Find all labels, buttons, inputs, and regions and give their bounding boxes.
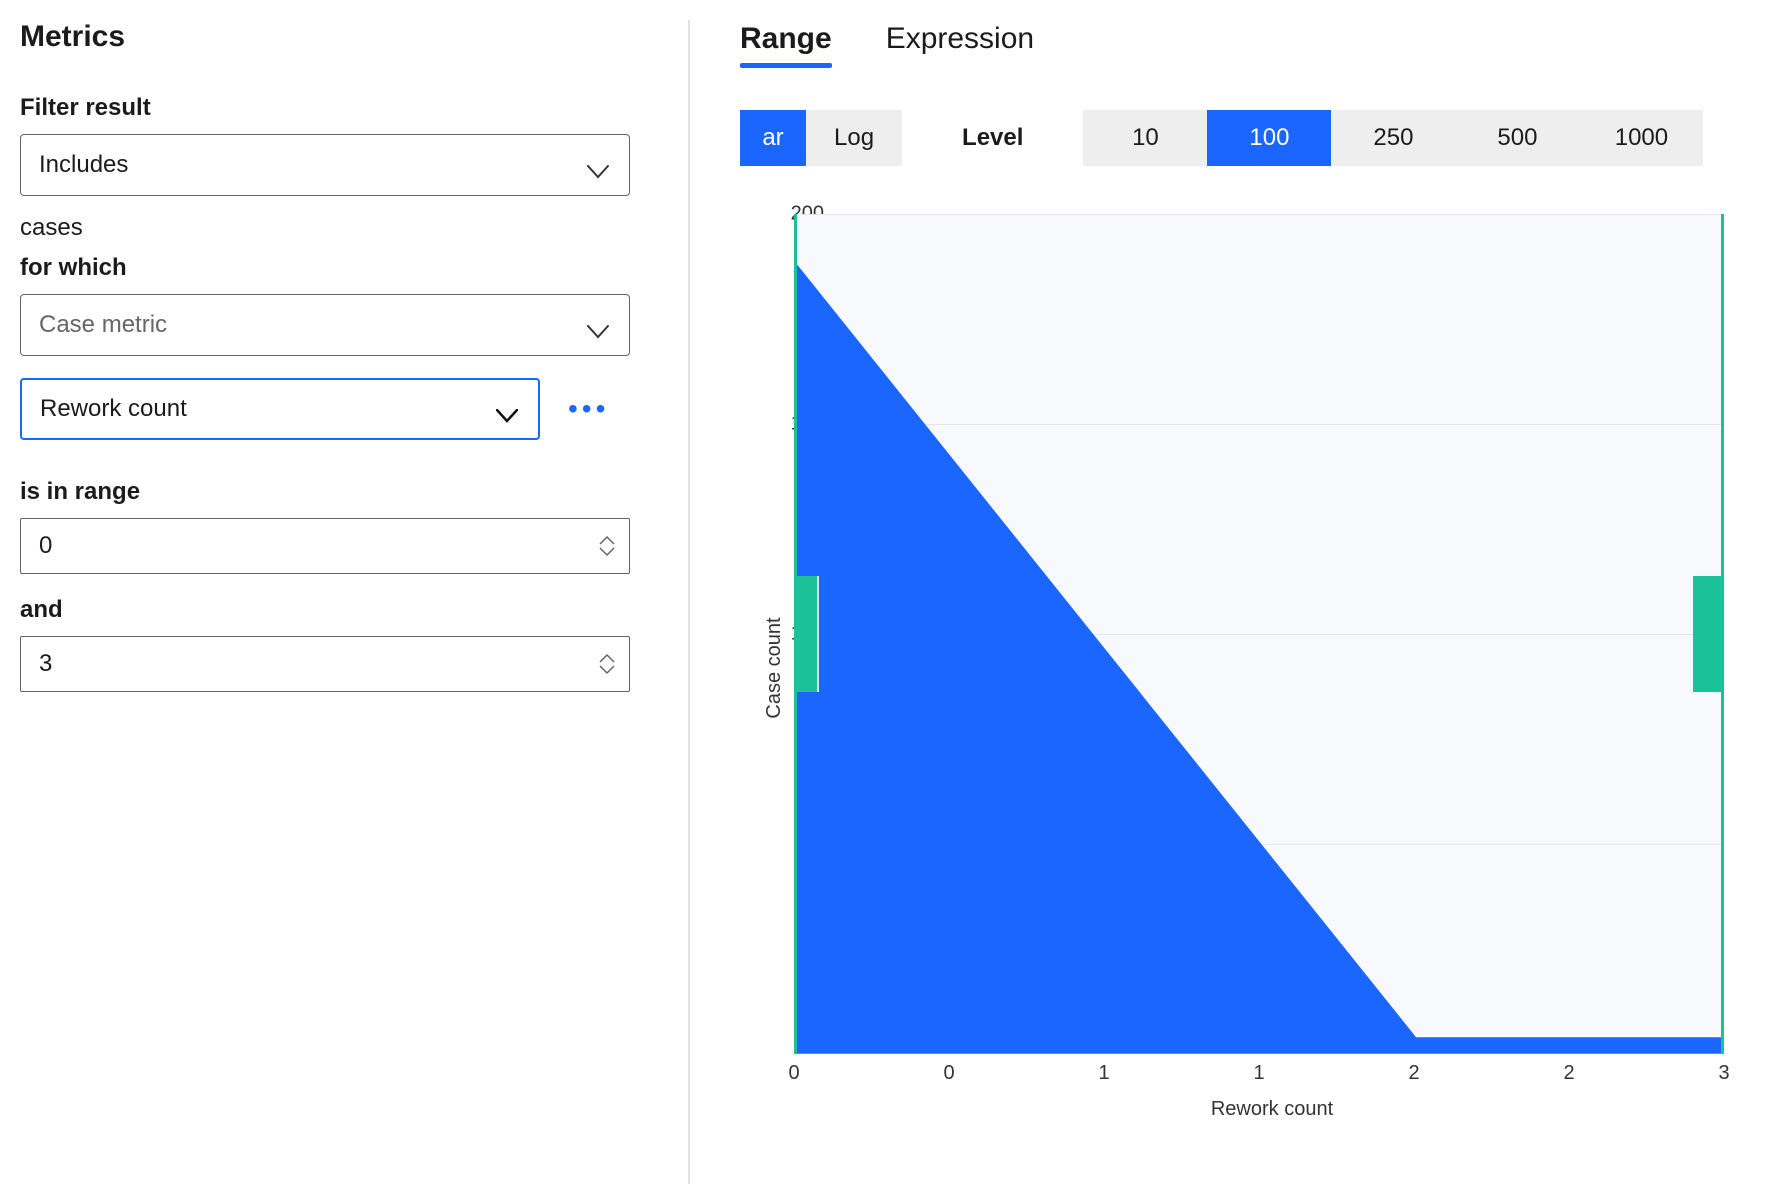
x-tick-label: 3 bbox=[1718, 1062, 1729, 1085]
x-tick-label: 0 bbox=[943, 1062, 954, 1085]
range-label: is in range bbox=[20, 478, 648, 506]
tab-bar: Range Expression bbox=[740, 22, 1770, 66]
scale-toggle: ar Log bbox=[740, 110, 902, 166]
level-500-button[interactable]: 500 bbox=[1455, 110, 1579, 166]
x-axis-ticks: 0011223 bbox=[794, 1062, 1724, 1092]
spinner-up-icon[interactable] bbox=[599, 653, 615, 663]
level-selector: 10 100 250 500 1000 bbox=[1083, 110, 1703, 166]
filter-result-select[interactable]: Includes bbox=[20, 134, 630, 196]
and-label: and bbox=[20, 596, 648, 624]
x-tick-label: 1 bbox=[1098, 1062, 1109, 1085]
range-to-input[interactable]: 3 bbox=[20, 636, 630, 692]
spinner-up-icon[interactable] bbox=[599, 535, 615, 545]
level-1000-button[interactable]: 1000 bbox=[1579, 110, 1703, 166]
x-axis-label: Rework count bbox=[794, 1098, 1750, 1121]
chevron-down-icon bbox=[496, 402, 518, 416]
panel-title: Metrics bbox=[20, 20, 648, 54]
spinner-down-icon[interactable] bbox=[599, 547, 615, 557]
tab-range[interactable]: Range bbox=[740, 22, 832, 66]
level-10-button[interactable]: 10 bbox=[1083, 110, 1207, 166]
x-tick-label: 2 bbox=[1408, 1062, 1419, 1085]
chevron-down-icon bbox=[587, 318, 609, 332]
chevron-down-icon bbox=[587, 158, 609, 172]
range-to-value: 3 bbox=[39, 650, 52, 678]
metrics-panel: Metrics Filter result Includes cases for… bbox=[20, 20, 690, 1184]
chart-panel: Range Expression ar Log Level 10 100 250… bbox=[690, 20, 1770, 1184]
chart-plot-area[interactable] bbox=[794, 214, 1724, 1054]
case-metric-placeholder: Case metric bbox=[39, 311, 167, 339]
range-slider-handle-right[interactable] bbox=[1693, 576, 1724, 692]
scale-linear-button[interactable]: ar bbox=[740, 110, 806, 166]
x-tick-label: 2 bbox=[1563, 1062, 1574, 1085]
cases-label: cases bbox=[20, 214, 648, 242]
tab-expression[interactable]: Expression bbox=[886, 22, 1034, 66]
for-which-label: for which bbox=[20, 254, 648, 282]
range-slider-handle-left[interactable] bbox=[794, 576, 819, 692]
range-from-input[interactable]: 0 bbox=[20, 518, 630, 574]
level-label: Level bbox=[962, 124, 1023, 152]
range-from-value: 0 bbox=[39, 532, 52, 560]
level-250-button[interactable]: 250 bbox=[1331, 110, 1455, 166]
level-100-button[interactable]: 100 bbox=[1207, 110, 1331, 166]
filter-result-label: Filter result bbox=[20, 94, 648, 122]
filter-result-value: Includes bbox=[39, 151, 128, 179]
x-axis-line bbox=[797, 1053, 1721, 1054]
x-tick-label: 1 bbox=[1253, 1062, 1264, 1085]
x-tick-label: 0 bbox=[788, 1062, 799, 1085]
more-options-button[interactable]: ••• bbox=[568, 395, 609, 423]
scale-log-button[interactable]: Log bbox=[806, 110, 902, 166]
metric-select[interactable]: Rework count bbox=[20, 378, 540, 440]
spinner-down-icon[interactable] bbox=[599, 665, 615, 675]
case-metric-select[interactable]: Case metric bbox=[20, 294, 630, 356]
chart-area-series bbox=[797, 214, 1721, 1054]
metric-value: Rework count bbox=[40, 395, 187, 423]
